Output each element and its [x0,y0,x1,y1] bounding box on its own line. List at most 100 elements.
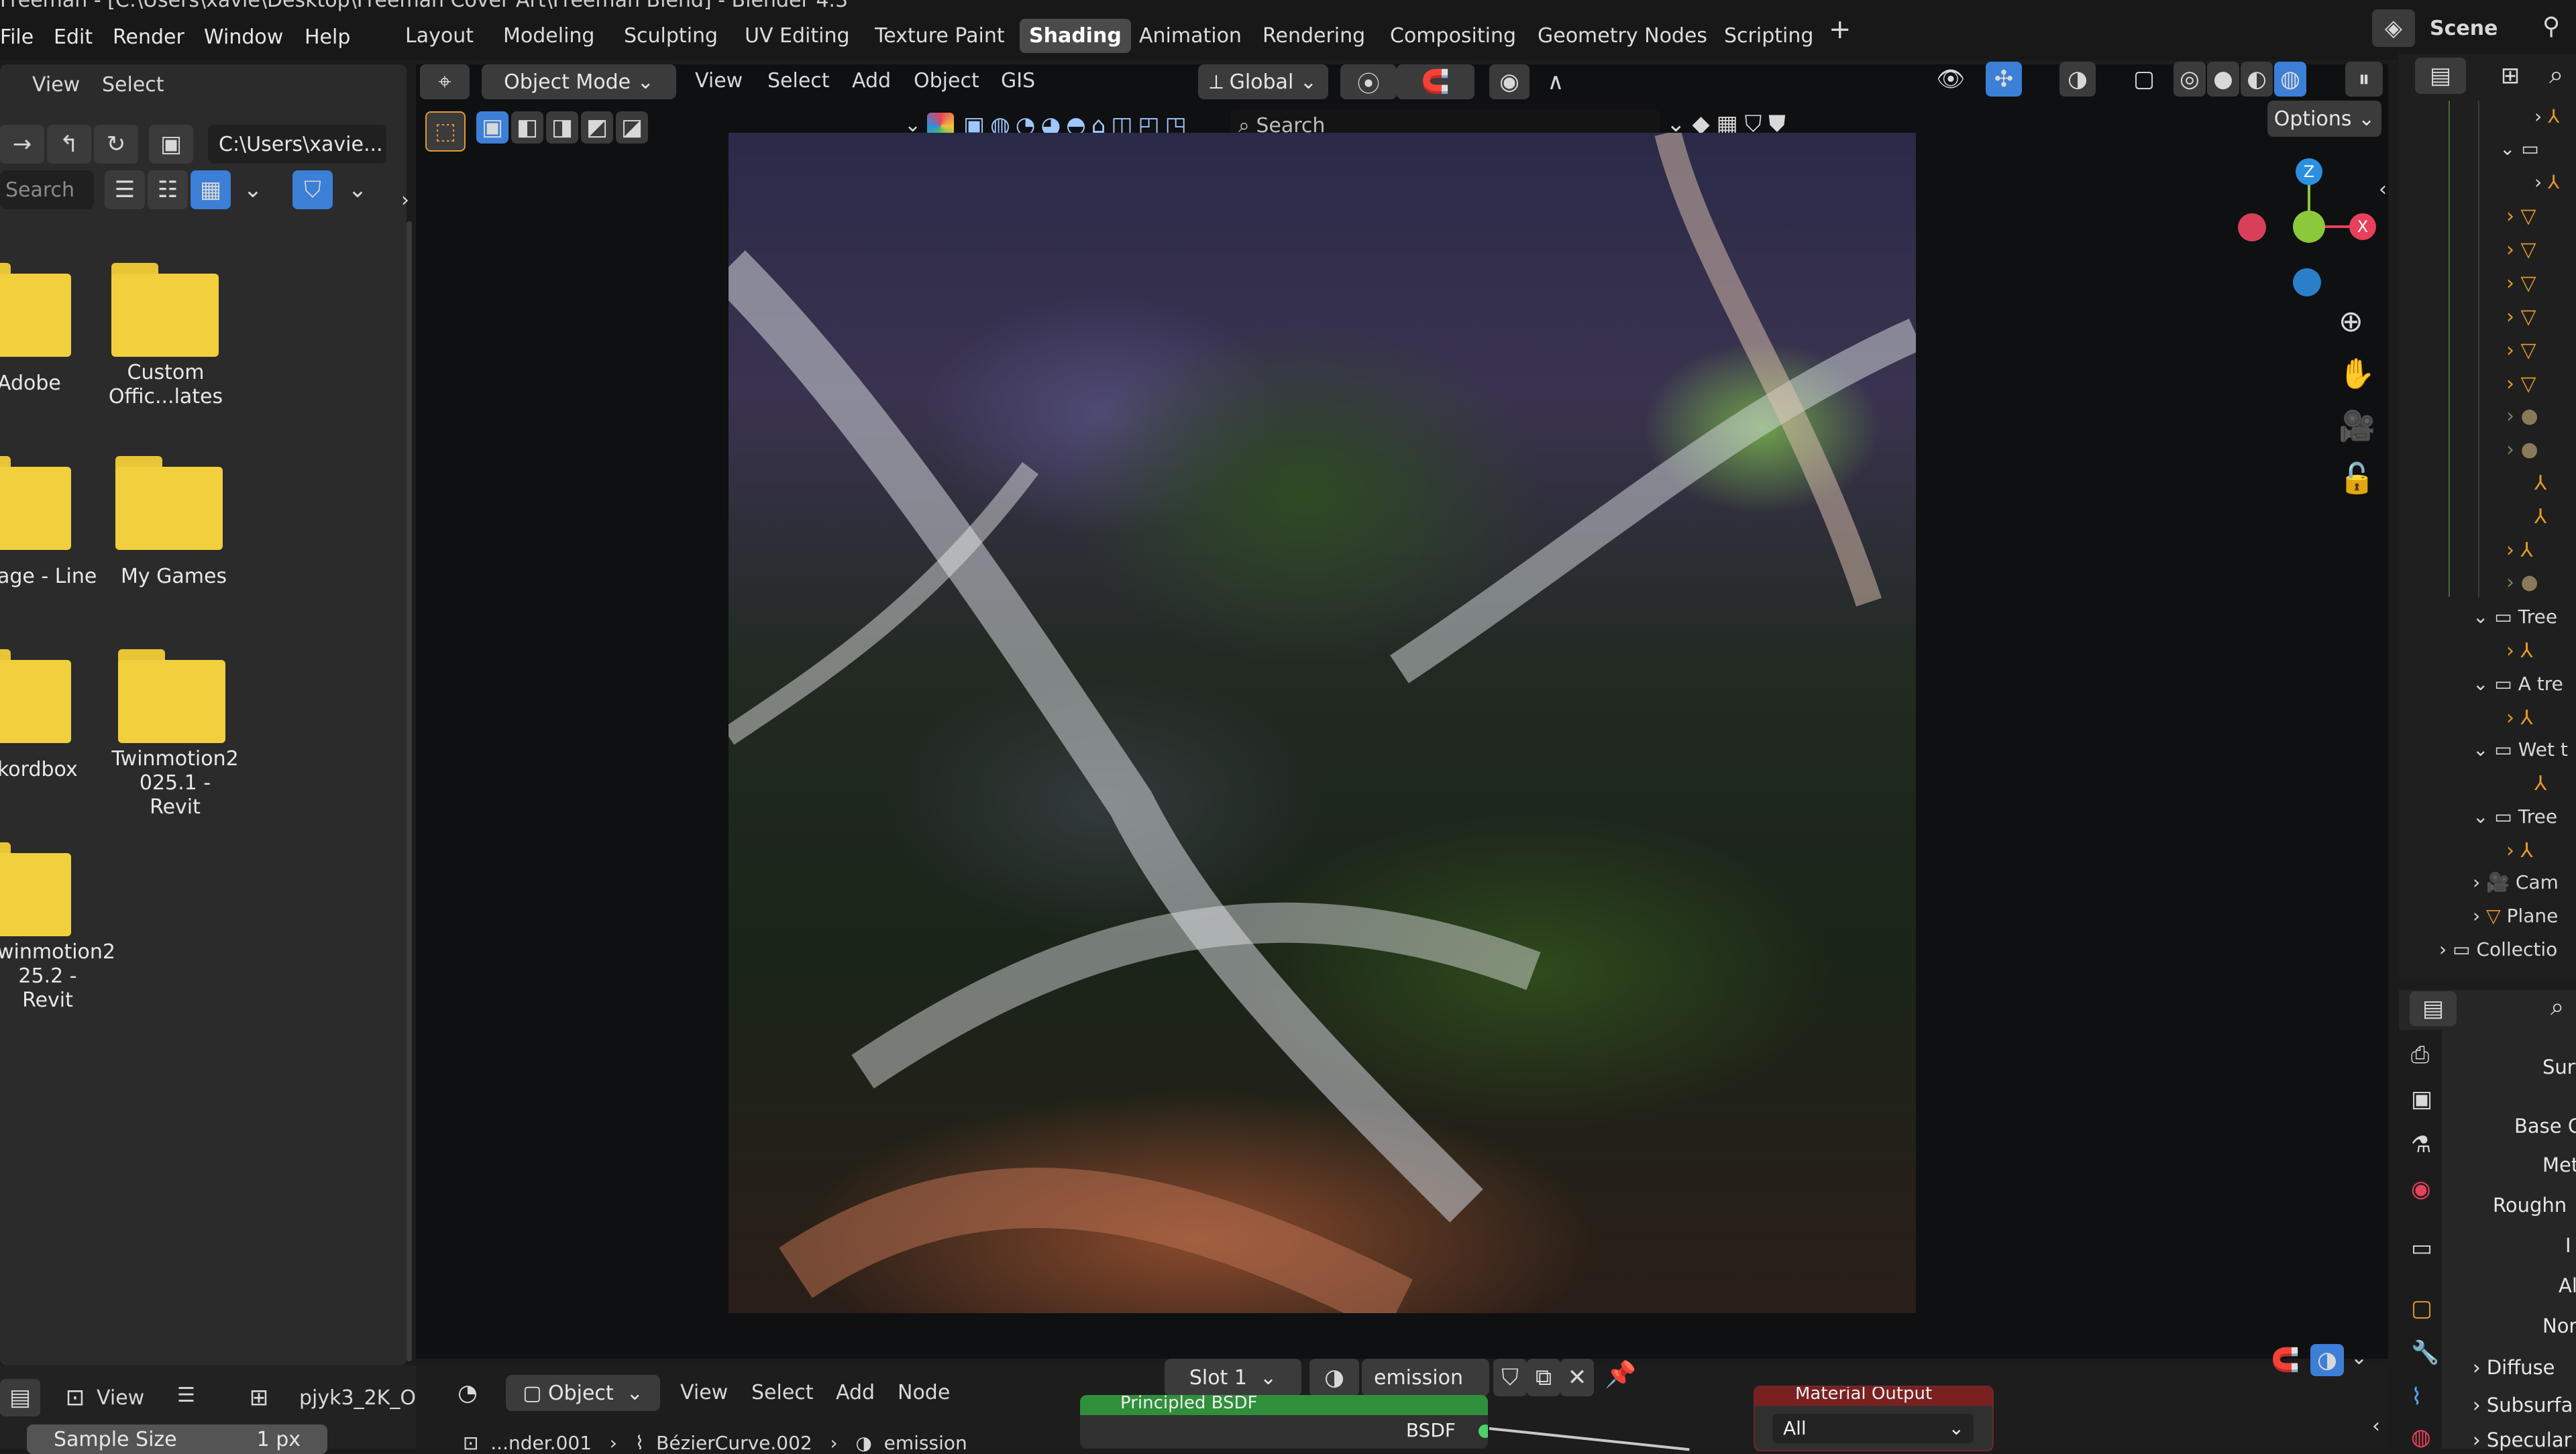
folder-icon[interactable] [0,456,71,550]
outliner-armature-row[interactable]: › ⅄ [2506,708,2533,728]
file-browser-select-menu[interactable]: Select [102,75,164,95]
tab-compositing[interactable]: Compositing [1381,19,1525,53]
file-browser-view-menu[interactable]: View [32,75,80,95]
material-output-node[interactable]: Material Output All ⌄ [1754,1386,1994,1451]
pan-hand-icon[interactable]: ✋ [2339,359,2375,389]
file-browser-scrollbar[interactable] [407,221,412,1361]
folder-label[interactable]: winmotion2 25.2 - Revit [0,940,115,1013]
material-name-field[interactable]: emission [1362,1359,1489,1396]
gizmo-neg-z-axis[interactable] [2293,268,2321,296]
file-search-input[interactable]: Search [0,170,94,209]
outliner-armature-row[interactable]: ⅄ [2534,507,2546,527]
select-subtract-icon[interactable]: ◨ [546,111,578,144]
select-extend-icon[interactable]: ◧ [511,111,543,144]
outliner-collection-row[interactable]: ⌄ ▭ Wet t [2473,740,2568,759]
scene-selector-icon[interactable]: ◈ [2372,9,2415,47]
principled-bsdf-node[interactable]: Principled BSDF BSDF [1080,1395,1488,1449]
outliner-mesh-row[interactable]: › ▽ Plane [2473,907,2558,926]
pause-render-icon[interactable]: ⏸ [2345,62,2383,97]
overlay-node-icon[interactable]: ◑ [2310,1344,2344,1376]
outliner-camera-row[interactable]: › 🎥 Cam [2473,873,2559,892]
tab-geometry-nodes[interactable]: Geometry Nodes [1528,19,1717,53]
shader-type-dropdown[interactable]: ▢ Object ⌄ [506,1375,660,1411]
lock-icon[interactable]: 🔓 [2339,464,2375,494]
transform-orientation-dropdown[interactable]: ⟂ Global ⌄ [1198,64,1328,99]
folder-icon[interactable] [118,649,225,743]
folder-icon[interactable] [0,842,71,936]
node-sidebar-toggle-icon[interactable]: ‹ [2372,1416,2380,1437]
sidebar-toggle-icon[interactable]: ‹ [2379,180,2387,200]
outliner-search-icon[interactable]: ⌕ [2549,62,2563,87]
diffuse-section[interactable]: › Diffuse [2473,1356,2555,1379]
outliner-armature-row[interactable]: ⅄ [2534,473,2546,494]
rendered-shading-icon[interactable]: ◍ [2274,62,2306,97]
outliner-armature-row[interactable]: › ⅄ [2506,641,2533,661]
outliner-light-row[interactable]: › ● [2506,406,2538,427]
output-target-dropdown[interactable]: All ⌄ [1772,1414,1974,1443]
folder-icon[interactable] [0,263,71,357]
outliner-mesh-row[interactable]: › ▽ [2506,274,2536,294]
bsdf-output-socket[interactable] [1479,1424,1488,1438]
world-tab-icon[interactable]: ◉ [2411,1178,2431,1200]
outliner-object-row[interactable]: › ⅄ [2534,173,2559,192]
outliner-collection-row[interactable]: ⌄ ▭ A tre [2473,675,2563,693]
sample-size-field[interactable]: Sample Size 1 px [27,1424,327,1454]
menu-window[interactable]: Window [204,25,283,49]
new-folder-icon[interactable]: ▣ [149,125,193,164]
outliner-mesh-row[interactable]: › ▽ [2506,207,2536,227]
menu-edit[interactable]: Edit [54,25,93,49]
viewport-menu-object[interactable]: Object [914,71,979,91]
falloff-icon[interactable]: ∧ [1532,64,1579,99]
gizmo-toggle-icon[interactable]: ✣ [1986,62,2022,97]
folder-label[interactable]: Twinmotion2 025.1 - Revit [111,747,239,820]
outliner-armature-row[interactable]: ⅄ [2534,774,2546,794]
image-name[interactable]: pjyk3_2K_Op [299,1388,429,1408]
outliner-collection-row[interactable]: ⌄ ▭ Tree [2473,807,2557,826]
forward-icon[interactable]: → [0,125,44,164]
add-workspace-icon[interactable]: + [1829,16,1851,43]
outliner-armature-row[interactable]: › ⅄ [2506,841,2533,861]
material-shading-icon[interactable]: ◐ [2241,62,2273,97]
folder-icon[interactable] [111,263,219,357]
folder-label[interactable]: kordbox [0,758,78,782]
gizmo-z-axis[interactable]: Z [2296,158,2322,185]
viewport-filter-icons[interactable]: ⌄◆▦⛉⛊ [1666,113,1792,135]
tab-sculpting[interactable]: Sculpting [614,19,727,53]
gizmo-y-axis[interactable] [2293,211,2325,243]
tab-texture-paint[interactable]: Texture Paint [865,19,1014,53]
modifier-tab-icon[interactable]: 🔧 [2411,1341,2439,1364]
footer-view-menu[interactable]: View [97,1388,144,1408]
filter-options-icon[interactable]: ⌄ [341,170,374,209]
viewport-menu-add[interactable]: Add [852,71,891,91]
solid-shading-icon[interactable]: ● [2207,62,2239,97]
duplicate-material-icon[interactable]: ⧉ [1527,1359,1560,1396]
scene-label[interactable]: Scene [2430,19,2498,39]
folder-label[interactable]: My Games [121,565,227,589]
viewport-menu-gis[interactable]: GIS [1001,71,1035,91]
select-intersect-icon[interactable]: ◪ [616,111,648,144]
tab-uv-editing[interactable]: UV Editing [735,19,859,53]
tab-layout[interactable]: Layout [396,19,483,53]
menu-file[interactable]: File [0,25,34,49]
parent-directory-icon[interactable]: ↰ [47,125,91,164]
folder-label[interactable]: age - Line [0,565,97,589]
collection-tab-icon[interactable]: ▭ [2411,1237,2432,1260]
outliner-collection-row[interactable]: › ▭ Collectio [2439,940,2557,959]
camera-view-icon[interactable]: 🎥 [2339,412,2375,441]
folder-icon[interactable] [115,456,223,550]
xray-icon[interactable]: ▢ [2129,62,2159,97]
outliner-light-row[interactable]: › ● [2506,440,2538,460]
chevron-down-icon[interactable]: ⌄ [2351,1348,2367,1368]
gizmo-neg-x-axis[interactable] [2238,213,2266,241]
filter-icon[interactable]: ⛉ [292,170,333,209]
viewport-menu-view[interactable]: View [695,71,743,91]
proportional-editing-icon[interactable]: ◉ [1489,64,1529,99]
editor-type-icon[interactable]: ▤ [0,1379,40,1416]
pin-scene-icon[interactable]: ⚲ [2542,15,2560,39]
outliner-editor-type-icon[interactable]: ▤ [2415,58,2466,94]
select-invert-icon[interactable]: ◩ [581,111,613,144]
node-menu-node[interactable]: Node [898,1383,950,1403]
outliner-mesh-row[interactable]: › ▽ [2506,240,2536,260]
select-new-icon[interactable]: ▣ [476,111,508,144]
path-field[interactable]: C:\Users\xavie... [208,125,386,164]
